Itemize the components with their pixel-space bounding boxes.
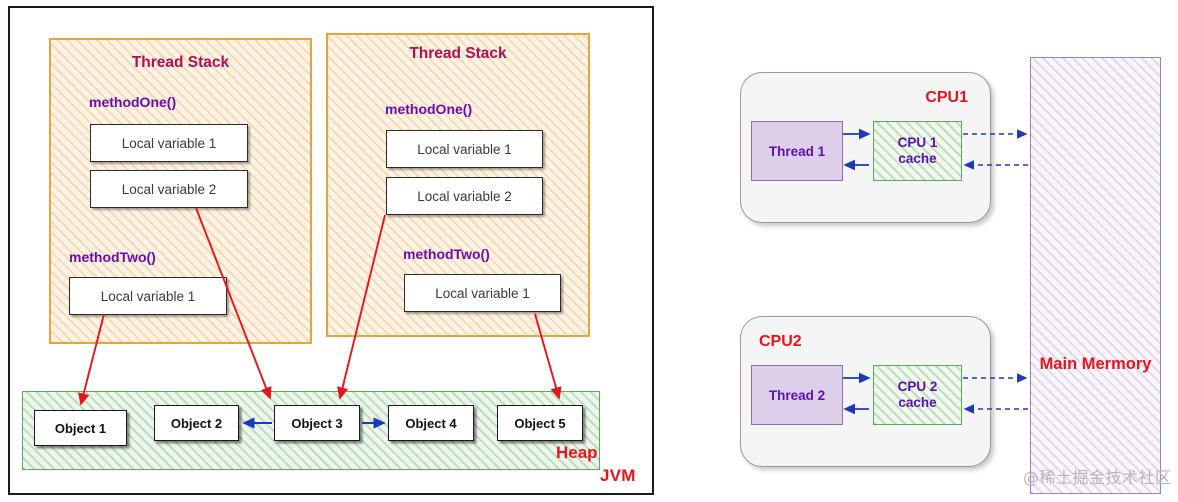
cpu1-cache-box: CPU 1 cache — [873, 121, 962, 181]
local-variable-box: Local variable 2 — [386, 177, 543, 215]
heap-object: Object 1 — [34, 410, 127, 446]
method-label-one: methodOne() — [89, 94, 177, 110]
local-variable-box: Local variable 1 — [404, 274, 561, 312]
cpu1-title: CPU1 — [925, 89, 968, 106]
method-label-two: methodTwo() — [403, 246, 490, 262]
local-variable-box: Local variable 2 — [90, 170, 248, 208]
watermark: @稀土掘金技术社区 — [1023, 468, 1172, 487]
heap-label: Heap — [556, 443, 598, 462]
heap-object: Object 5 — [497, 405, 583, 441]
heap-object: Object 2 — [154, 405, 239, 441]
main-memory-label: Main Mermory — [1039, 355, 1152, 373]
thread-stack-2: Thread Stack methodOne() Local variable … — [326, 33, 590, 337]
local-variable-box: Local variable 1 — [90, 124, 248, 162]
main-memory-box: Main Mermory — [1030, 57, 1161, 494]
heap-object: Object 3 — [274, 405, 360, 441]
cpu2-cache-box: CPU 2 cache — [873, 365, 962, 425]
heap-object: Object 4 — [388, 405, 474, 441]
thread-1-box: Thread 1 — [751, 121, 843, 181]
thread-stack-title: Thread Stack — [409, 45, 507, 62]
cpu1-panel: CPU1 Thread 1 CPU 1 cache — [740, 72, 991, 223]
cache-line-2: cache — [898, 151, 937, 166]
thread-stack-title: Thread Stack — [131, 54, 230, 71]
local-variable-box: Local variable 1 — [69, 277, 227, 315]
local-variable-box: Local variable 1 — [386, 130, 543, 168]
cpu2-panel: CPU2 Thread 2 CPU 2 cache — [740, 316, 991, 467]
cache-line-1: CPU 1 — [897, 135, 938, 151]
thread-stack-1: Thread Stack methodOne() Local variable … — [49, 38, 312, 344]
cache-line-2: cache — [898, 395, 937, 410]
thread-2-box: Thread 2 — [751, 365, 843, 425]
method-label-one: methodOne() — [385, 101, 473, 117]
jvm-label: JVM — [600, 466, 636, 485]
method-label-two: methodTwo() — [69, 249, 156, 265]
cache-line-1: CPU 2 — [897, 379, 938, 395]
cpu2-title: CPU2 — [759, 333, 802, 350]
